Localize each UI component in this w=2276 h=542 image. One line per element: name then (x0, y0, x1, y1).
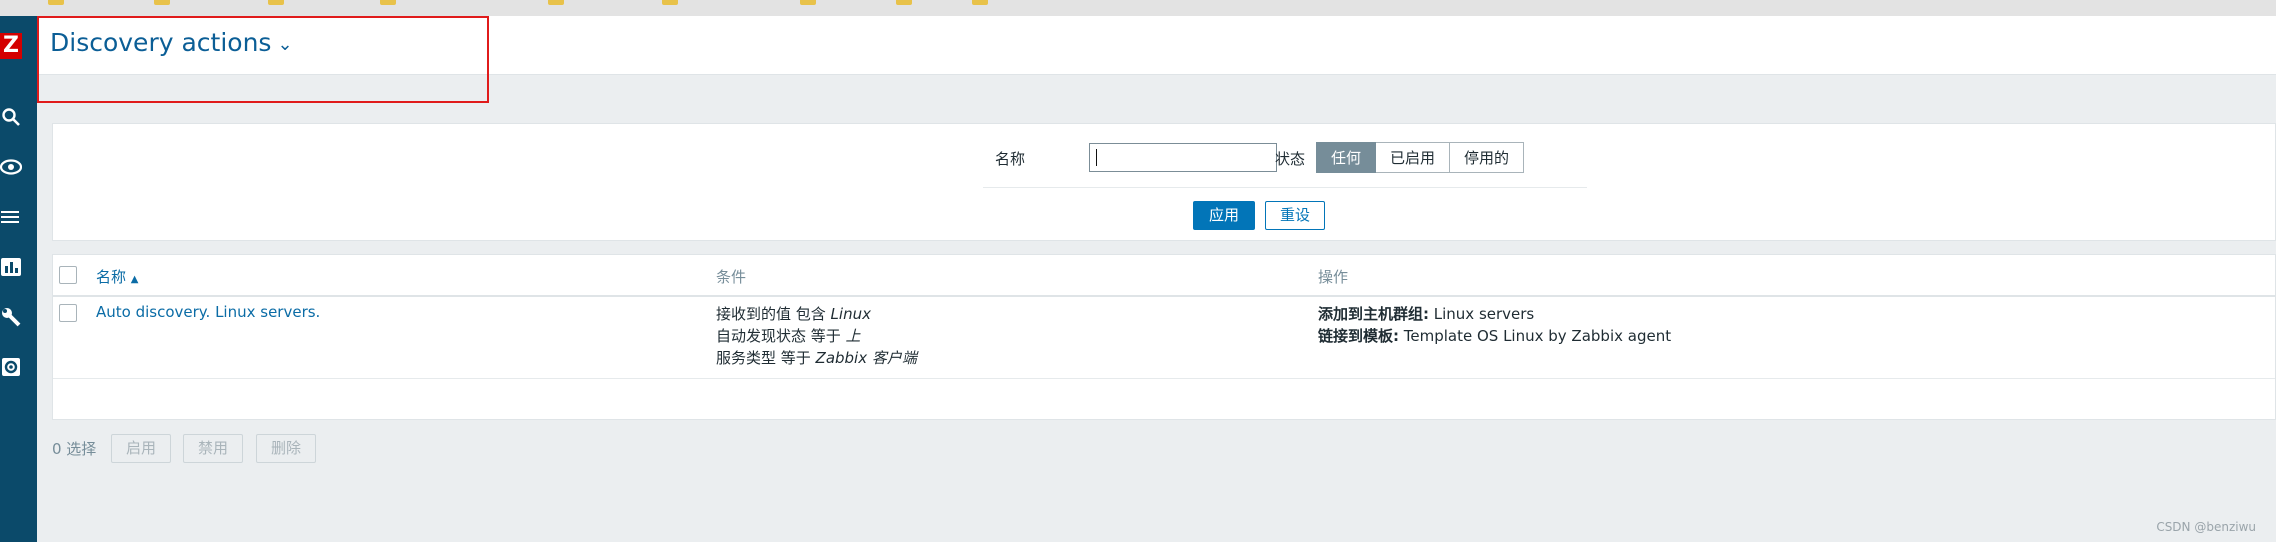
gear-icon[interactable] (0, 356, 22, 378)
bookmark-folder-icon[interactable] (896, 0, 912, 5)
conditions-cell: 接收到的值 包含 Linux 自动发现状态 等于 上 服务类型 等于 Zabbi… (716, 303, 917, 369)
selected-count: 0 选择 (52, 440, 97, 458)
bookmark-folder-icon[interactable] (154, 0, 170, 5)
list-icon[interactable] (0, 206, 22, 228)
status-option-any[interactable]: 任何 (1316, 142, 1377, 173)
condition-line: 服务类型 等于 Zabbix 客户端 (716, 349, 917, 367)
column-header-conditions: 条件 (716, 268, 747, 286)
bookmark-folder-icon[interactable] (548, 0, 564, 5)
sort-ascending-icon: ▲ (130, 274, 139, 285)
status-segmented-control: 任何 已启用 停用的 (1316, 142, 1525, 173)
page-title-dropdown[interactable]: Discovery actions ⌄ (50, 28, 293, 57)
bar-chart-icon[interactable] (0, 256, 22, 278)
condition-line: 自动发现状态 等于 上 (716, 327, 861, 345)
status-filter-label: 状态 (1275, 150, 1306, 168)
condition-line: 接收到的值 包含 Linux (716, 305, 871, 323)
header-divider (53, 295, 2275, 297)
status-option-disabled[interactable]: 停用的 (1450, 142, 1525, 173)
chevron-down-icon: ⌄ (277, 34, 293, 55)
bookmark-folder-icon[interactable] (48, 0, 64, 5)
name-filter-input[interactable] (1089, 143, 1277, 172)
disable-button[interactable]: 禁用 (183, 434, 244, 463)
operation-line: 链接到模板: Template OS Linux by Zabbix agent (1318, 327, 1672, 345)
row-checkbox[interactable] (59, 304, 77, 322)
row-divider (53, 378, 2275, 379)
bookmark-folder-icon[interactable] (380, 0, 396, 5)
action-name-link[interactable]: Auto discovery. Linux servers. (96, 301, 320, 323)
wrench-icon[interactable] (0, 306, 22, 328)
status-option-enabled[interactable]: 已启用 (1376, 142, 1451, 173)
text-cursor (1096, 149, 1097, 166)
apply-button[interactable]: 应用 (1193, 201, 1256, 230)
name-filter-label: 名称 (995, 150, 1026, 168)
filter-divider (983, 187, 1587, 188)
bookmark-folder-icon[interactable] (268, 0, 284, 5)
reset-button[interactable]: 重设 (1265, 201, 1326, 230)
sidebar: Z (0, 16, 37, 542)
zabbix-logo[interactable]: Z (0, 33, 22, 59)
actions-table: 名称 ▲ 条件 操作 Auto discovery. Linux servers… (52, 254, 2276, 420)
page-header: Discovery actions ⌄ (37, 16, 2276, 75)
operation-line: 添加到主机群组: Linux servers (1318, 305, 1535, 323)
search-icon[interactable] (0, 106, 22, 128)
enable-button[interactable]: 启用 (111, 434, 172, 463)
eye-icon[interactable] (0, 156, 22, 178)
column-header-name[interactable]: 名称 ▲ (96, 266, 139, 287)
watermark: CSDN @benziwu (2156, 520, 2256, 534)
operations-cell: 添加到主机群组: Linux servers 链接到模板: Template O… (1318, 303, 1671, 347)
filter-panel: 名称 状态 任何 已启用 停用的 应用 重设 (52, 123, 2276, 241)
bookmark-folder-icon[interactable] (972, 0, 988, 5)
bookmark-folder-icon[interactable] (800, 0, 816, 5)
page-title: Discovery actions (50, 28, 272, 57)
delete-button[interactable]: 删除 (256, 434, 317, 463)
select-all-checkbox[interactable] (59, 266, 77, 284)
browser-bookmarks-bar (0, 0, 2276, 17)
column-header-operations: 操作 (1318, 268, 1349, 286)
bookmark-folder-icon[interactable] (662, 0, 678, 5)
